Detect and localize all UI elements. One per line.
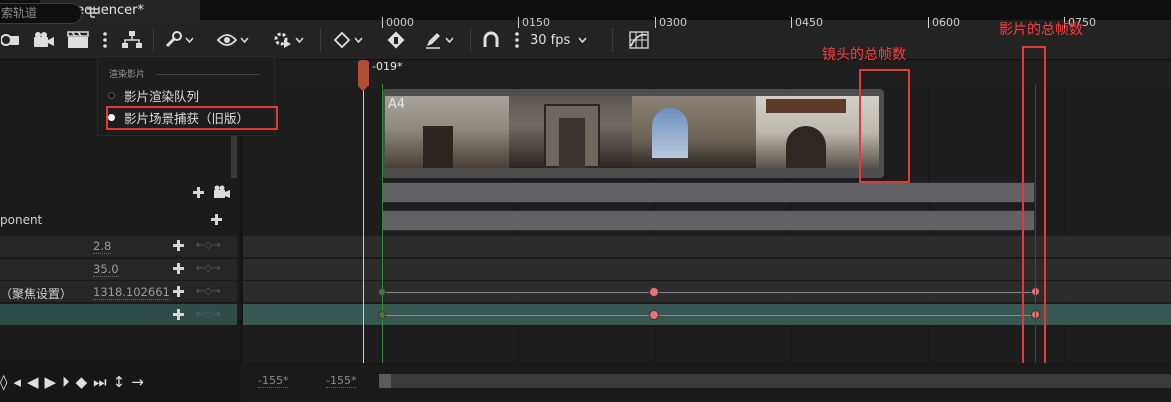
hierarchy-icon[interactable] — [120, 28, 144, 52]
key-navigation[interactable]: ←◇→ — [196, 286, 220, 297]
tools-dropdown[interactable] — [162, 28, 196, 52]
playhead-frame-label: -019* — [372, 60, 403, 73]
key-navigation[interactable]: ←◇→ — [196, 309, 220, 320]
more-options-icon[interactable] — [100, 28, 110, 52]
chevron-down-icon — [185, 37, 194, 43]
view-options-dropdown[interactable] — [215, 28, 251, 52]
shot-thumbnails — [385, 96, 879, 168]
snap-magnet-icon[interactable] — [480, 28, 502, 52]
property-value[interactable]: 35.0 — [93, 263, 119, 277]
tick-label: 0150 — [518, 17, 550, 28]
component-section-bar[interactable] — [382, 210, 1035, 231]
curve-editor-icon[interactable] — [628, 28, 650, 52]
key-curve — [382, 292, 1035, 293]
toolbar-separator — [470, 28, 471, 52]
shot-clip[interactable]: A4 — [382, 89, 884, 178]
fps-label: 30 fps — [530, 32, 571, 48]
camera-icon[interactable] — [32, 28, 56, 52]
tick-label: 0300 — [655, 17, 687, 28]
add-key-button[interactable] — [173, 309, 184, 320]
toolbar-separator — [153, 28, 154, 52]
transport-controls: ◊ ◂ ◀ ▶ ⏵ ◆ ⏭ ↕ → — [0, 373, 144, 391]
play-icon[interactable]: ▶ — [45, 373, 57, 391]
focus-settings-label: （聚焦设置） — [0, 287, 73, 301]
add-key-button[interactable] — [173, 263, 184, 274]
add-component-button[interactable] — [211, 214, 222, 225]
property-value[interactable]: 2.8 — [93, 240, 112, 254]
key-navigation[interactable]: ←◇→ — [196, 263, 220, 274]
chevron-down-icon — [295, 37, 304, 43]
toolbar-separator — [320, 28, 321, 52]
add-key-button[interactable] — [173, 240, 184, 251]
focus-distance-value[interactable]: 1318.102661 — [93, 286, 170, 300]
play-reverse-icon[interactable]: ◂ — [13, 373, 21, 391]
edit-mode-dropdown[interactable] — [420, 28, 458, 52]
range-arrow-icon[interactable]: → — [131, 373, 144, 391]
key-navigation[interactable]: ←◇→ — [196, 240, 220, 251]
snap-options-icon[interactable] — [512, 28, 522, 52]
search-tracks-input[interactable]: 索轨道 — [0, 3, 82, 24]
frame-rate-dropdown[interactable]: 30 fps — [530, 28, 587, 52]
shot-label: A4 — [388, 97, 406, 112]
camera-section-bar[interactable] — [382, 182, 1035, 203]
menu-header: 渲染影片 — [109, 70, 146, 80]
toolbar-separator — [612, 28, 613, 52]
shot-frames-annotation: 镜头的总帧数 — [822, 47, 906, 63]
camera-settings-icon[interactable] — [0, 28, 20, 52]
movie-frames-annotation: 影片的总帧数 — [999, 22, 1083, 38]
render-movie-icon[interactable] — [66, 28, 90, 52]
shot-thumbnail — [632, 96, 756, 168]
menu-item-render-queue[interactable]: 影片渲染队列 — [108, 85, 199, 105]
shot-frames-highlight — [859, 69, 910, 183]
scrollbar-thumb[interactable] — [379, 374, 391, 388]
key-curve — [382, 315, 1035, 316]
tick-label: 0450 — [791, 17, 823, 28]
jump-to-end-icon[interactable]: ⏭ — [93, 373, 107, 391]
menu-item-highlight — [106, 106, 278, 130]
add-key-button[interactable] — [173, 286, 184, 297]
menu-divider — [156, 74, 260, 75]
chevron-down-icon — [578, 37, 587, 43]
tick-label: 0600 — [928, 17, 960, 28]
radio-icon — [108, 91, 115, 99]
chevron-down-icon — [445, 37, 454, 43]
filter-icon[interactable] — [87, 8, 99, 18]
key-interpolation-dropdown[interactable] — [330, 28, 366, 52]
keyframe[interactable] — [649, 287, 659, 297]
playback-settings-dropdown[interactable] — [268, 28, 308, 52]
loop-icon[interactable]: ↕ — [113, 373, 126, 391]
auto-key-icon[interactable] — [384, 28, 408, 52]
camera-icon[interactable] — [213, 185, 231, 200]
playback-start-marker[interactable] — [382, 84, 383, 363]
range-end-field[interactable]: -155* — [326, 375, 357, 388]
add-track-button[interactable] — [193, 187, 204, 198]
menu-item-label: 影片渲染队列 — [124, 88, 200, 104]
range-start-field[interactable]: -155* — [258, 375, 289, 388]
chevron-down-icon — [354, 37, 363, 43]
jump-to-previous-key-icon[interactable]: ◊ — [0, 373, 7, 391]
next-frame-icon[interactable]: ⏵ — [62, 373, 70, 391]
timeline-horizontal-scrollbar[interactable] — [379, 374, 1171, 388]
toolbar: 30 fps — [0, 20, 1171, 60]
jump-to-next-key-icon[interactable]: ◆ — [76, 373, 88, 391]
chevron-down-icon — [240, 37, 249, 43]
playhead-line — [363, 86, 364, 363]
component-track-label: ponent — [0, 213, 43, 227]
shot-thumbnail — [508, 96, 632, 168]
tab-bar: Sequencer* — [0, 0, 1171, 20]
movie-frames-highlight — [1022, 46, 1046, 370]
tick-label: 0000 — [382, 17, 414, 28]
playhead[interactable] — [358, 60, 369, 91]
previous-frame-icon[interactable]: ◀ — [27, 373, 39, 391]
keyframe[interactable] — [649, 310, 659, 320]
